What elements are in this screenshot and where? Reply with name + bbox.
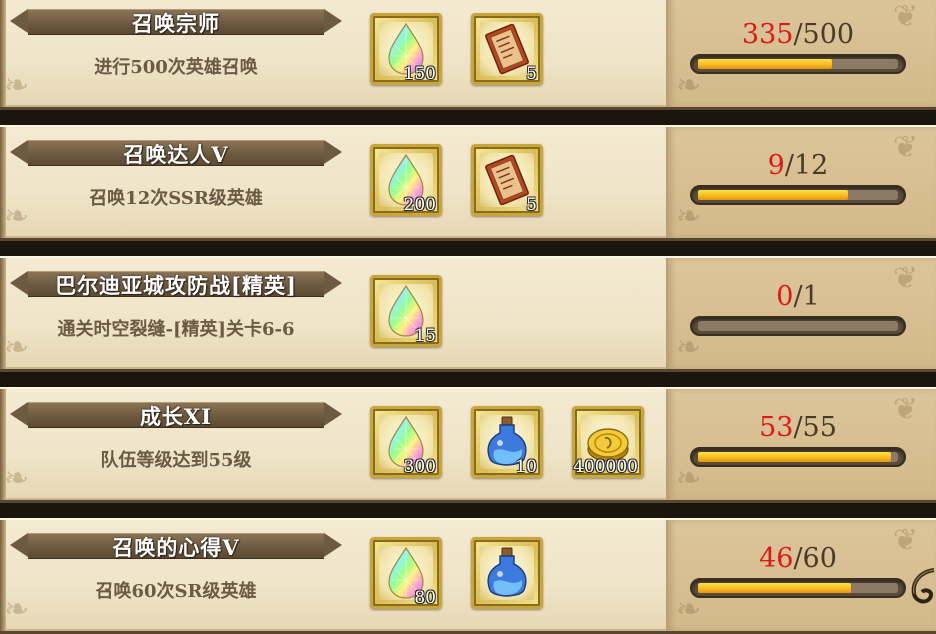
reward-slot[interactable]: 400000 (572, 406, 644, 478)
progress-track (698, 583, 898, 593)
quest-list[interactable]: ❦ ❧ ❧ 召唤宗师 进行500次英雄召唤 150 5 335/500 ❦ ❧ … (0, 0, 936, 634)
reward-quantity: 5 (526, 195, 537, 215)
reward-quantity: 80 (414, 588, 436, 608)
quest-title-banner: 召唤达人V (10, 137, 342, 167)
quest-row[interactable]: ❦ ❧ ❧ 召唤达人V 召唤12次SSR级英雄 200 5 9/12 (0, 125, 936, 241)
progress-total: 60 (802, 543, 837, 574)
progress-text: 46/60 (690, 543, 906, 574)
progress-bar (690, 185, 906, 205)
progress-text: 0/1 (690, 281, 906, 312)
progress-separator: / (793, 281, 803, 312)
reward-slot[interactable] (471, 537, 543, 609)
quest-row[interactable]: ❦ ❧ ❧ 成长XI 队伍等级达到55级 300 10 400000 53/55 (0, 387, 936, 503)
quest-title: 召唤的心得V (112, 535, 240, 560)
progress-text: 9/12 (690, 150, 906, 181)
progress-separator: / (793, 412, 803, 443)
swirl-ornament-icon: ❧ (676, 330, 702, 365)
reward-slot[interactable]: 300 (370, 406, 442, 478)
progress-total: 12 (793, 150, 829, 181)
progress-separator: / (784, 150, 794, 181)
reward-slot[interactable]: 5 (471, 13, 543, 85)
corner-flourish-icon (890, 566, 936, 606)
progress-panel: ❦ ❧ (666, 127, 936, 238)
progress-panel: ❦ ❧ (666, 389, 936, 500)
quest-title: 成长XI (139, 404, 213, 429)
progress-current: 9 (767, 150, 785, 181)
reward-quantity: 15 (414, 326, 436, 346)
reward-slot[interactable]: 10 (471, 406, 543, 478)
quest-title-banner: 召唤的心得V (10, 530, 342, 560)
progress-current: 335 (741, 19, 794, 50)
quest-description: 队伍等级达到55级 (100, 450, 252, 471)
progress-track (698, 59, 898, 69)
reward-quantity: 150 (403, 64, 436, 84)
progress-bar (690, 578, 906, 598)
quest-title-banner: 巴尔迪亚城攻防战[精英] (10, 268, 342, 298)
swirl-ornament-icon: ❧ (676, 592, 702, 627)
swirl-ornament-icon: ❧ (676, 461, 702, 496)
quest-row[interactable]: ❦ ❧ ❧ 巴尔迪亚城攻防战[精英] 通关时空裂缝-[精英]关卡6-6 15 0… (0, 256, 936, 372)
reward-slot[interactable]: 200 (370, 144, 442, 216)
quest-row[interactable]: ❦ ❧ ❧ 召唤宗师 进行500次英雄召唤 150 5 335/500 (0, 0, 936, 110)
quest-description: 召唤12次SSR级英雄 (89, 188, 263, 209)
quest-description: 召唤60次SR级英雄 (95, 581, 257, 602)
quest-title: 召唤达人V (123, 142, 229, 167)
quest-title-banner: 成长XI (10, 399, 342, 429)
reward-quantity: 400000 (573, 457, 638, 477)
reward-quantity: 200 (403, 195, 436, 215)
reward-slot[interactable]: 5 (471, 144, 543, 216)
quest-title: 巴尔迪亚城攻防战[精英] (55, 273, 297, 298)
reward-quantity: 300 (403, 457, 436, 477)
progress-fill (698, 59, 832, 69)
reward-slot[interactable]: 150 (370, 13, 442, 85)
reward-quantity: 10 (515, 457, 537, 477)
progress-separator: / (793, 19, 803, 50)
progress-panel: ❦ ❧ (666, 258, 936, 369)
quest-description: 通关时空裂缝-[精英]关卡6-6 (57, 319, 295, 340)
quest-title-banner: 召唤宗师 (10, 6, 342, 36)
quest-description: 进行500次英雄召唤 (94, 57, 258, 78)
reward-slot[interactable]: 80 (370, 537, 442, 609)
progress-total: 500 (802, 19, 855, 50)
progress-bar (690, 316, 906, 336)
progress-bar (690, 447, 906, 467)
progress-fill (698, 190, 848, 200)
progress-track (698, 321, 898, 331)
progress-text: 53/55 (690, 412, 906, 443)
progress-text: 335/500 (690, 19, 906, 50)
progress-track (698, 190, 898, 200)
progress-bar (690, 54, 906, 74)
progress-current: 53 (759, 412, 794, 443)
reward-slot[interactable]: 15 (370, 275, 442, 347)
progress-separator: / (793, 543, 803, 574)
progress-fill (698, 583, 852, 593)
progress-total: 55 (802, 412, 837, 443)
progress-current: 0 (776, 281, 794, 312)
progress-fill (698, 452, 891, 462)
progress-total: 1 (802, 281, 820, 312)
quest-title: 召唤宗师 (132, 11, 220, 36)
swirl-ornament-icon: ❧ (676, 199, 702, 234)
progress-current: 46 (759, 543, 794, 574)
swirl-ornament-icon: ❧ (676, 68, 702, 103)
quest-row[interactable]: ❦ ❧ ❧ 召唤的心得V 召唤60次SR级英雄 80 46/60 (0, 518, 936, 634)
progress-track (698, 452, 898, 462)
reward-quantity: 5 (526, 64, 537, 84)
